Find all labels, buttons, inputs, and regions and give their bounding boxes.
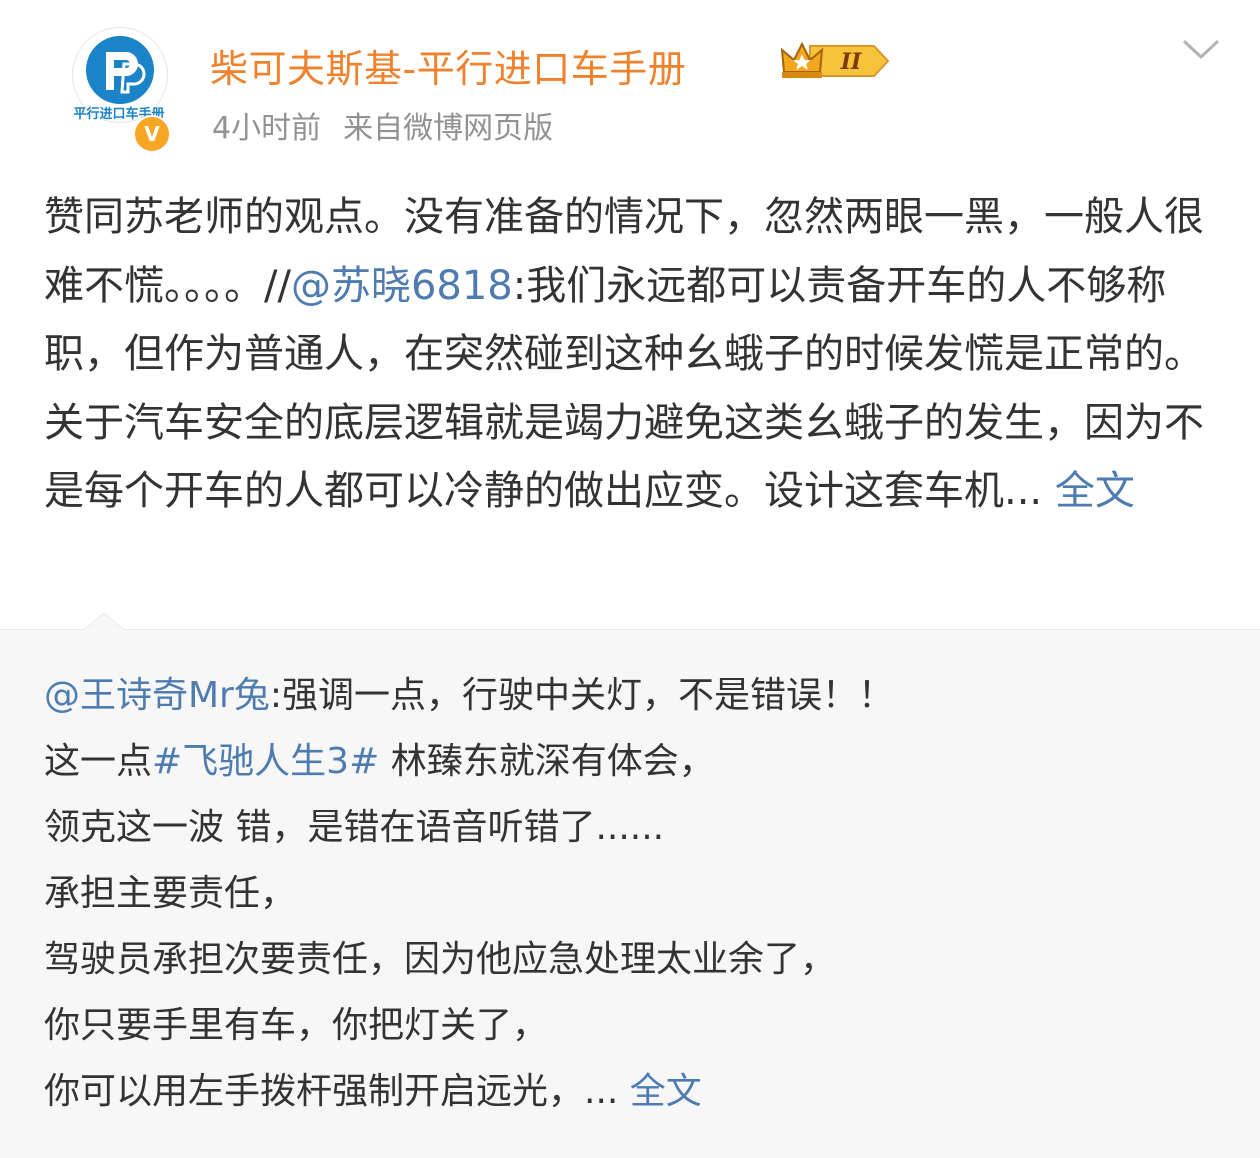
repost-notch xyxy=(84,612,124,631)
crown-icon[interactable]: II xyxy=(780,40,892,82)
chevron-down-icon[interactable] xyxy=(1182,38,1220,62)
brand-logo-icon xyxy=(86,36,154,104)
author-name[interactable]: 柴可夫斯基-平行进口车手册 xyxy=(210,38,686,93)
repost-mention-link[interactable]: @王诗奇Mr兔 xyxy=(44,675,270,716)
repost-line2b: 林臻东就深有体会， xyxy=(379,741,715,782)
repost-body: @王诗奇Mr兔:强调一点，行驶中关灯，不是错误！！ 这一点#飞驰人生3# 林臻东… xyxy=(44,663,1219,1125)
repost-line3: 领克这一波 错，是错在语音听错了...... xyxy=(44,807,665,848)
verified-icon: V xyxy=(133,115,171,153)
post-body: 赞同苏老师的观点。没有准备的情况下，忽然两眼一黑，一般人很难不慌。。。。//@苏… xyxy=(44,183,1219,526)
avatar-label: 平行进口车手册 xyxy=(73,107,165,122)
repost-expand-link[interactable]: 全文 xyxy=(630,1071,702,1112)
mention-link[interactable]: @苏晓6818 xyxy=(291,263,513,309)
post-source: 来自微博网页版 xyxy=(343,111,554,146)
repost-line6: 你只要手里有车，你把灯关了， xyxy=(44,1005,549,1046)
repost-line7: 你可以用左手拨杆强制开启远光，... xyxy=(44,1071,630,1112)
repost-line2a: 这一点 xyxy=(44,741,153,782)
post-time[interactable]: 4小时前 xyxy=(212,111,321,146)
post-meta: 4小时前 来自微博网页版 xyxy=(212,103,553,147)
repost-line1: :强调一点，行驶中关灯，不是错误！！ xyxy=(269,675,895,716)
repost-line5: 驾驶员承担次要责任，因为他应急处理太业余了， xyxy=(44,939,837,980)
hashtag-link[interactable]: #飞驰人生3# xyxy=(152,741,379,782)
avatar[interactable]: 平行进口车手册 xyxy=(72,27,168,123)
level-badge-label: II xyxy=(840,49,862,75)
post-expand-link[interactable]: 全文 xyxy=(1055,468,1135,514)
repost-line4: 承担主要责任， xyxy=(44,873,297,914)
